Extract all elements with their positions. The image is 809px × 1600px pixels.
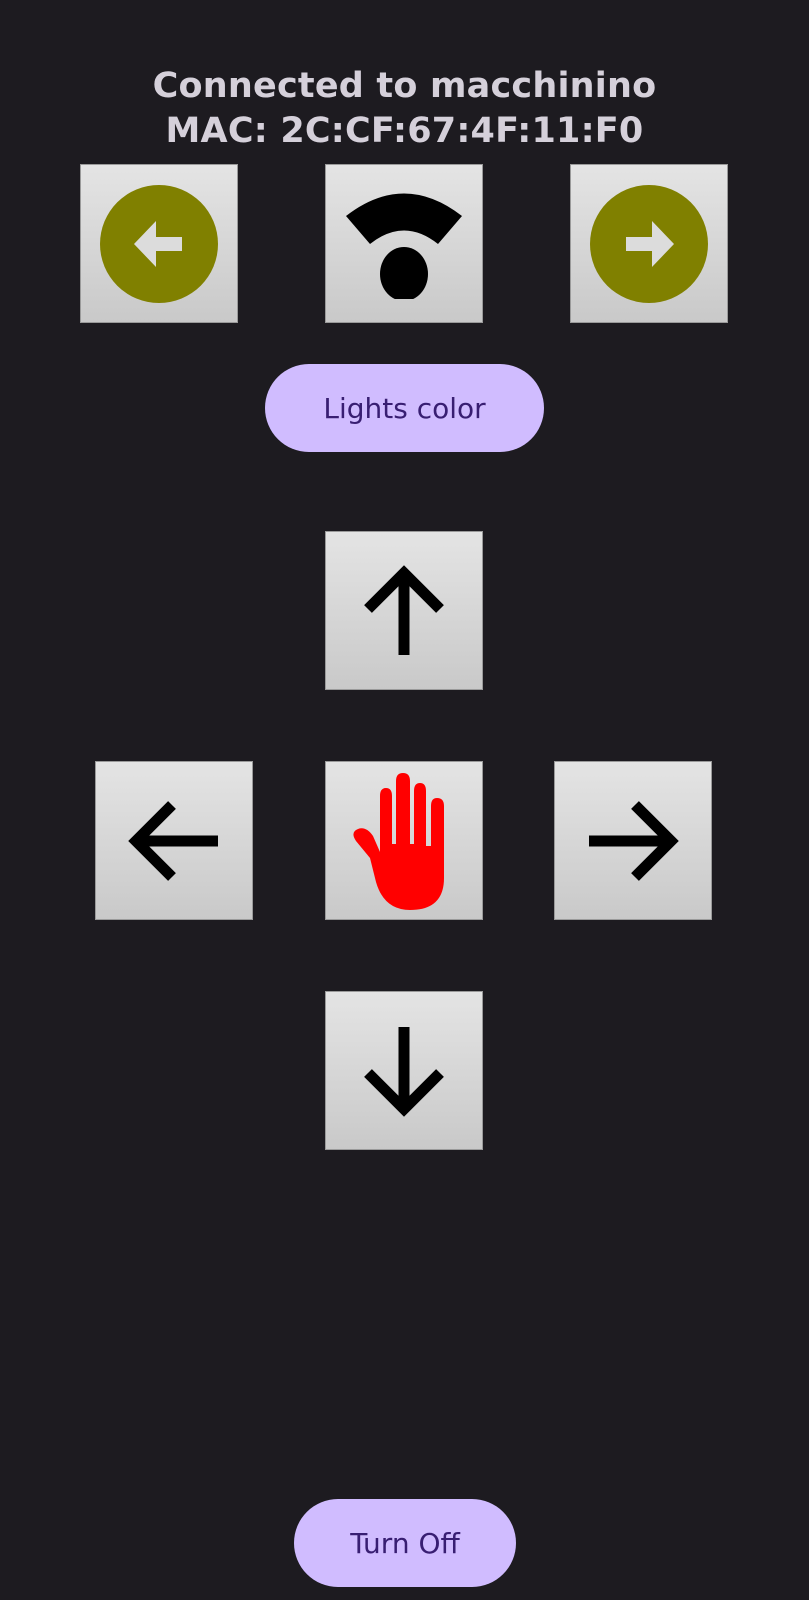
connection-button[interactable] — [325, 164, 483, 323]
turn-off-button[interactable]: Turn Off — [294, 1499, 516, 1587]
arrow-up-icon — [364, 564, 444, 655]
arrow-left-icon — [128, 800, 218, 881]
lights-color-button[interactable]: Lights color — [265, 364, 544, 452]
turn-right-button[interactable] — [554, 761, 712, 920]
stop-button[interactable] — [325, 761, 483, 920]
arrow-right-icon — [589, 800, 679, 881]
right-signal-button[interactable] — [570, 164, 728, 323]
backward-button[interactable] — [325, 991, 483, 1150]
forward-button[interactable] — [325, 531, 483, 690]
mac-address: MAC: 2C:CF:67:4F:11:F0 — [165, 111, 644, 151]
wifi-signal-icon — [346, 193, 462, 299]
circle-arrow-right-icon — [590, 184, 708, 303]
stop-hand-icon — [353, 772, 444, 910]
turn-left-button[interactable] — [95, 761, 253, 920]
left-signal-button[interactable] — [80, 164, 238, 323]
arrow-down-icon — [364, 1026, 444, 1117]
connection-status: Connected to macchinino — [152, 66, 657, 106]
circle-arrow-left-icon — [100, 184, 218, 303]
